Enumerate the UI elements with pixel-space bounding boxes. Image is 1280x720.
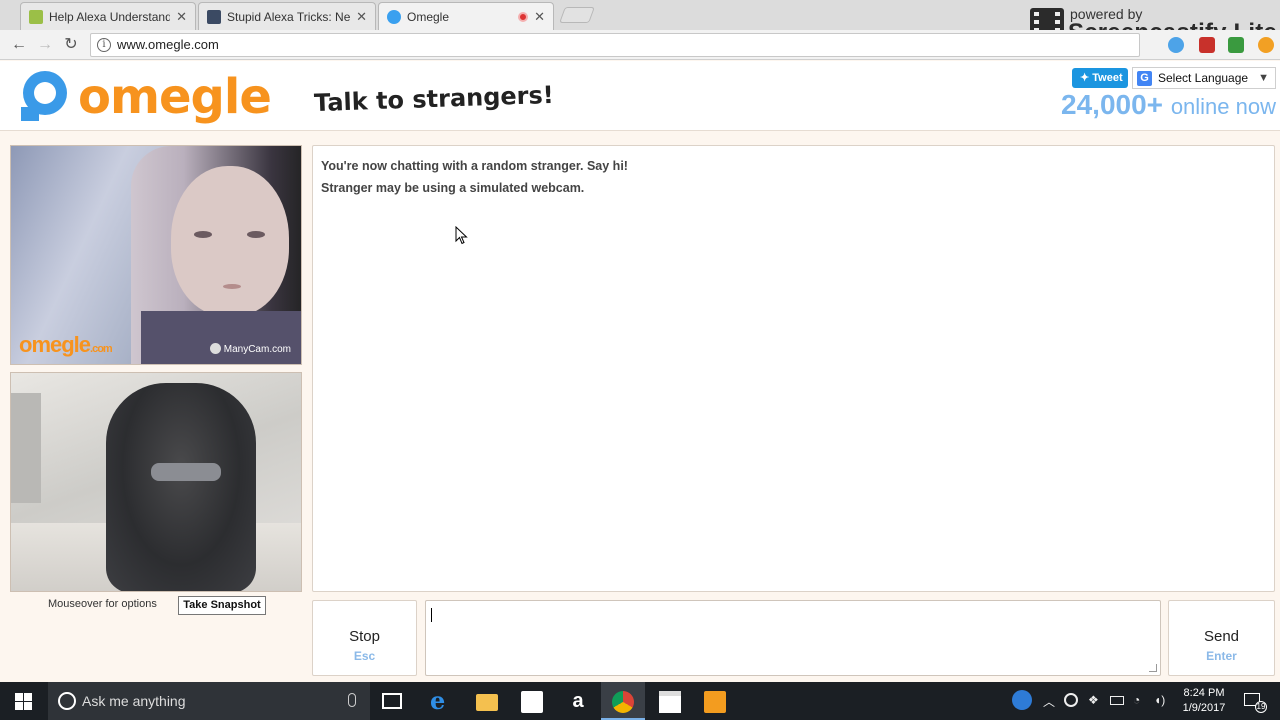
send-label: Send (1203, 628, 1240, 645)
stranger-face (171, 166, 289, 316)
message-input[interactable] (425, 600, 1161, 676)
close-tab-icon[interactable]: ✕ (356, 9, 367, 25)
manycam-watermark: ManyCam.com (209, 343, 291, 355)
recording-icon (518, 12, 529, 22)
notification-count: 19 (1255, 701, 1267, 713)
show-hidden-icons-icon[interactable]: ︿ (1043, 693, 1055, 710)
tweet-button[interactable]: ✦ Tweet (1072, 68, 1128, 88)
system-clock[interactable]: 8:24 PM 1/9/2017 (1174, 686, 1234, 716)
reload-icon[interactable]: ↻ (61, 35, 81, 55)
info-icon[interactable]: i (97, 38, 111, 52)
task-view-icon[interactable] (382, 693, 402, 709)
site-header: omegle Talk to strangers! ✦ Tweet G Sele… (0, 61, 1280, 131)
site-favicon-icon (29, 9, 43, 24)
edge-icon[interactable]: e (430, 689, 452, 713)
address-bar[interactable]: i www.omegle.com (90, 33, 1140, 57)
mouseover-options-text: Mouseover for options (48, 598, 157, 610)
extension-icon[interactable] (1228, 37, 1244, 53)
tab-title: Omegle (407, 10, 450, 24)
calendar-icon[interactable] (659, 691, 681, 713)
omegle-logo-text[interactable]: omegle (78, 69, 272, 125)
online-count: 24,000+ online now (1061, 89, 1276, 121)
self-video[interactable] (10, 372, 302, 592)
cortana-search-box[interactable]: Ask me anything (48, 682, 370, 720)
send-button[interactable]: Send Enter (1168, 600, 1275, 676)
twitter-bird-icon: ✦ (1080, 72, 1093, 84)
online-suffix: online now (1170, 94, 1276, 119)
close-tab-icon[interactable]: ✕ (176, 9, 187, 25)
url-text: www.omegle.com (117, 37, 219, 52)
extension-icon[interactable] (1168, 37, 1184, 53)
omegle-favicon-icon (387, 10, 401, 24)
extension-icon[interactable] (1258, 37, 1274, 53)
tab-help-alexa[interactable]: Help Alexa Understand Y ✕ (20, 2, 196, 30)
extension-icon[interactable] (1199, 37, 1215, 53)
masked-person (106, 383, 256, 591)
wifi-icon[interactable]: ◔ (1133, 693, 1140, 707)
mouse-cursor-icon (455, 226, 468, 245)
clock-time: 8:24 PM (1183, 687, 1225, 699)
back-icon[interactable]: ← (9, 35, 29, 55)
tab-stupid-alexa-tricks[interactable]: Stupid Alexa Tricks: New ✕ (198, 2, 376, 30)
clock-date: 1/9/2017 (1182, 702, 1226, 714)
stop-shortcut: Esc (353, 649, 376, 663)
tab-omegle[interactable]: Omegle ✕ (378, 2, 554, 31)
manycam-icon (209, 343, 221, 354)
tagline: Talk to strangers! (313, 80, 555, 118)
tray-record-icon[interactable] (1064, 693, 1078, 707)
search-placeholder: Ask me anything (82, 693, 186, 709)
audible-icon[interactable] (704, 691, 726, 713)
tweet-label: Tweet (1092, 72, 1123, 84)
volume-icon[interactable]: ◖) (1154, 693, 1165, 707)
cortana-icon (58, 692, 76, 710)
file-explorer-icon[interactable] (476, 694, 498, 711)
online-number: 24,000+ (1061, 89, 1164, 120)
amazon-icon[interactable]: a (567, 691, 589, 713)
stop-button[interactable]: Stop Esc (312, 600, 417, 676)
dropbox-icon[interactable]: ❖ (1088, 693, 1099, 707)
take-snapshot-button[interactable]: Take Snapshot (178, 596, 266, 615)
forward-icon[interactable]: → (35, 35, 55, 55)
google-icon: G (1137, 71, 1152, 86)
microphone-icon[interactable] (348, 693, 356, 707)
chat-log: You're now chatting with a random strang… (312, 145, 1275, 592)
resize-handle-icon[interactable] (1149, 664, 1157, 672)
omegle-logo-icon[interactable] (17, 69, 73, 123)
site-favicon-icon (207, 9, 221, 24)
chevron-down-icon: ▼ (1258, 72, 1269, 84)
close-tab-icon[interactable]: ✕ (534, 9, 545, 25)
select-language-dropdown[interactable]: G Select Language ▼ (1132, 67, 1276, 89)
stranger-video[interactable]: omegle.com ManyCam.com (10, 145, 302, 365)
select-language-label: Select Language (1158, 71, 1249, 85)
store-icon[interactable] (521, 691, 543, 713)
windows-start-icon[interactable] (15, 693, 33, 710)
stop-label: Stop (349, 628, 380, 645)
status-message: Stranger may be using a simulated webcam… (321, 181, 585, 195)
battery-icon[interactable] (1110, 696, 1124, 705)
omegle-watermark: omegle.com (19, 332, 113, 357)
info-tray-icon[interactable] (1012, 690, 1032, 710)
text-caret (431, 608, 432, 622)
browser-toolbar: ← → ↻ i www.omegle.com (0, 30, 1280, 60)
tab-title: Stupid Alexa Tricks: New (227, 9, 351, 24)
chrome-icon[interactable] (612, 691, 634, 713)
new-tab-button[interactable] (559, 7, 595, 23)
windows-taskbar: Ask me anything e a ︿ ❖ ◔ ◖) 8:24 PM 1/9… (0, 682, 1280, 720)
tab-title: Help Alexa Understand Y (49, 9, 171, 24)
send-shortcut: Enter (1206, 649, 1237, 663)
action-center-icon[interactable]: 19 (1244, 693, 1267, 713)
status-message: You're now chatting with a random strang… (321, 159, 628, 173)
